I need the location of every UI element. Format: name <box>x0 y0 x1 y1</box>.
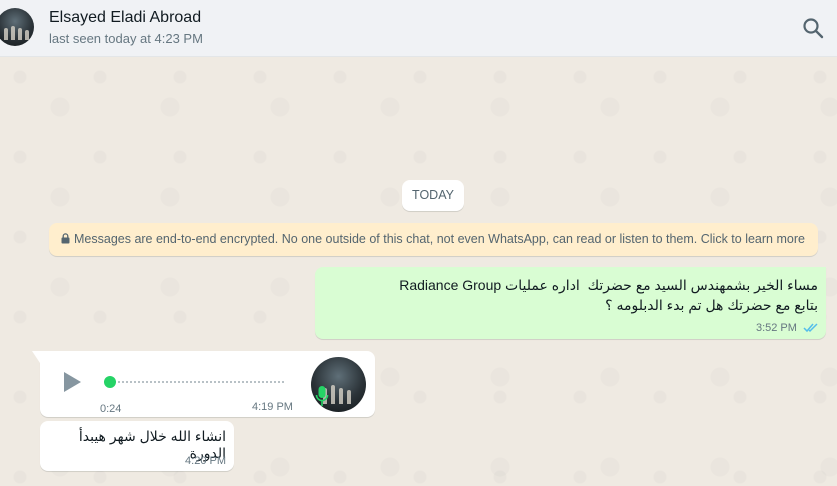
voice-progress-knob[interactable] <box>104 376 116 388</box>
voice-duration: 0:24 <box>100 403 122 415</box>
chat-panel[interactable]: TODAY Messages are end-to-end encrypted.… <box>0 57 837 486</box>
contact-avatar[interactable] <box>0 8 34 46</box>
date-chip: TODAY <box>402 180 464 211</box>
mic-icon <box>315 386 329 406</box>
play-button[interactable] <box>61 371 83 393</box>
search-button[interactable] <box>801 16 825 40</box>
contact-status: last seen today at 4:23 PM <box>49 31 203 46</box>
encryption-notice-text: Messages are end-to-end encrypted. No on… <box>74 232 805 246</box>
voice-progress-track <box>110 381 284 383</box>
lock-icon <box>61 233 70 244</box>
voice-progress-slider[interactable] <box>104 374 284 390</box>
message-time: 3:52 PM <box>755 322 797 334</box>
double-check-icon <box>803 323 818 333</box>
message-text: مساء الخير بشمهندس السيد مع حضرتك اداره … <box>399 277 818 313</box>
voice-message[interactable]: 0:24 4:19 PM <box>32 351 375 417</box>
message-meta: 3:52 PM <box>756 322 819 334</box>
message-time: 4:20 PM <box>185 455 226 467</box>
play-icon <box>64 372 81 392</box>
bubble-tail <box>32 351 40 363</box>
encryption-notice[interactable]: Messages are end-to-end encrypted. No on… <box>49 223 818 256</box>
search-icon <box>803 18 824 39</box>
contact-name[interactable]: Elsayed Eladi Abroad <box>49 9 201 27</box>
incoming-message[interactable]: انشاء الله خلال شهر هيبدأ الدورة 4:20 PM <box>40 421 234 471</box>
outgoing-message[interactable]: مساء الخير بشمهندس السيد مع حضرتك اداره … <box>315 267 826 339</box>
message-time: 4:19 PM <box>252 401 293 413</box>
chat-header: Elsayed Eladi Abroad last seen today at … <box>0 0 837 57</box>
